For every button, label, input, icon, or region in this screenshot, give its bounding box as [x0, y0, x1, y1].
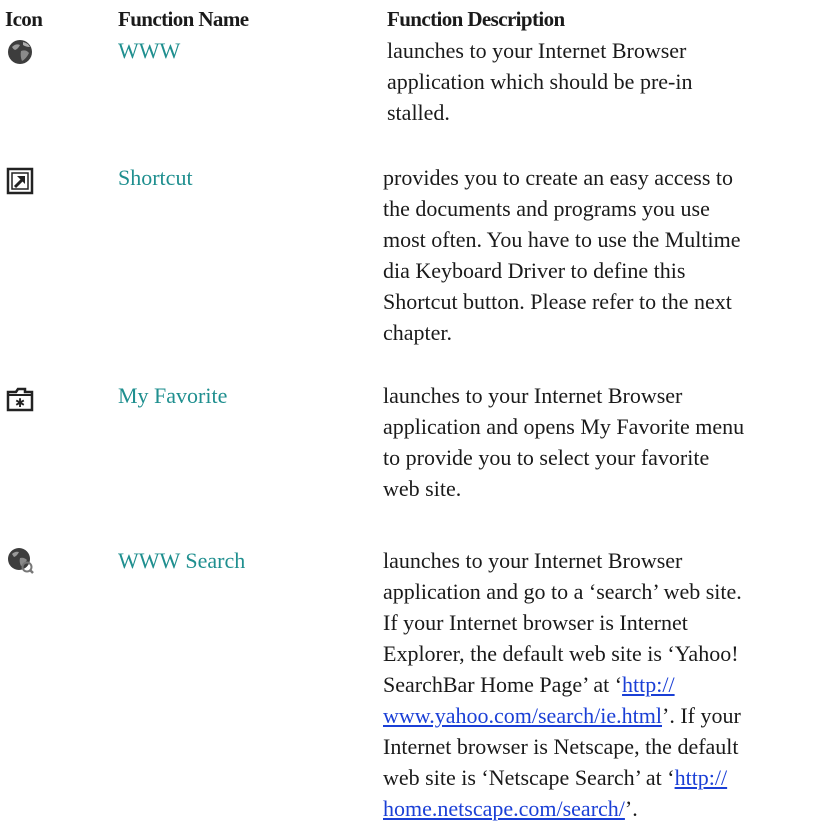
description-my-favorite: launches to your Internet Browser applic… [383, 383, 745, 501]
header-function-name: Function Name [118, 7, 249, 31]
description-text: launches to your Internet Browser applic… [383, 548, 742, 697]
function-name-shortcut: Shortcut [118, 165, 193, 190]
description-www: launches to your Internet Browser applic… [387, 38, 693, 125]
description-shortcut: provides you to create an easy access to… [383, 165, 741, 345]
shortcut-arrow-icon [5, 166, 35, 196]
function-name-my-favorite: My Favorite [118, 383, 228, 408]
function-name-www-search: WWW Search [118, 548, 246, 573]
globe-search-icon [5, 545, 35, 575]
globe-icon [5, 37, 35, 67]
header-function-description: Function Description [387, 7, 565, 31]
function-name-www: WWW [118, 38, 181, 63]
header-icon: Icon [5, 7, 43, 31]
svg-text:✱: ✱ [15, 396, 25, 410]
description-www-search: launches to your Internet Browser applic… [383, 545, 821, 824]
description-text: ’. [624, 796, 638, 821]
favorite-folder-icon: ✱ [5, 384, 35, 414]
